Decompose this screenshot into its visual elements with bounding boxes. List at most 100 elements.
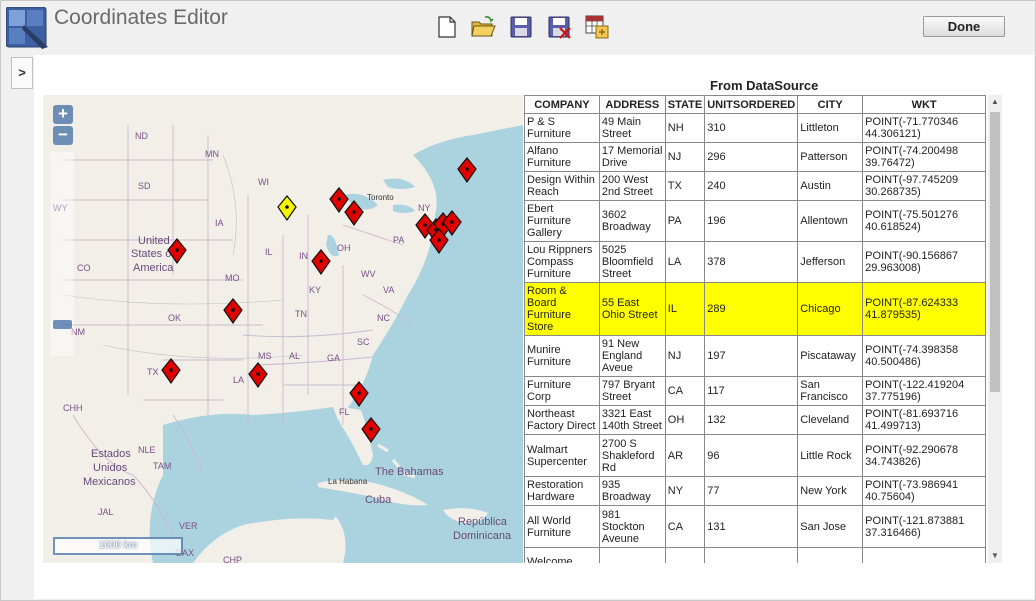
zoom-in-button[interactable]: + <box>53 105 73 124</box>
table-cell-company[interactable]: Munire Furniture <box>524 335 600 377</box>
table-row[interactable]: Furniture Corp 797 Bryant Street CA 117 San … <box>524 376 986 406</box>
save-icon[interactable] <box>508 14 534 40</box>
table-cell-company[interactable]: P & S Furniture <box>524 113 600 143</box>
table-row[interactable]: Room & Board Furniture Store 55 East Ohio… <box>524 282 986 336</box>
table-row[interactable]: Walmart Supercenter 2700 S Shakleford Rd A… <box>524 434 986 477</box>
table-cell-state[interactable]: TX <box>664 171 706 201</box>
table-cell-state[interactable]: IL <box>664 282 706 336</box>
zoom-slider-handle[interactable] <box>53 320 72 329</box>
table-cell-wkt[interactable]: POINT(-74.200498 39.76472) <box>862 142 986 172</box>
column-header-wkt[interactable]: WKT <box>862 95 986 114</box>
table-cell-wkt[interactable]: POINT(-73.986941 40.75604) <box>862 476 986 506</box>
table-cell-state[interactable]: CA <box>664 505 706 548</box>
table-cell-state[interactable]: NY <box>664 476 706 506</box>
table-cell-city[interactable]: Allentown <box>797 200 864 242</box>
table-cell-address[interactable]: 200 West 2nd Street <box>598 171 666 201</box>
table-row[interactable]: All World Furniture 981 Stockton Aveune CA… <box>524 505 986 548</box>
column-header-units-ordered[interactable]: UNITSORDERED <box>704 95 799 114</box>
column-header-state[interactable]: STATE <box>664 95 706 114</box>
table-cell-city[interactable]: Littleton <box>797 113 864 143</box>
scroll-down-arrow-icon[interactable]: ▼ <box>988 549 1002 563</box>
table-cell-city[interactable]: San Francisco <box>797 376 864 406</box>
table-row[interactable]: Ebert Furniture Gallery 3602 Broadway PA 19… <box>524 200 986 242</box>
scrollbar-thumb[interactable] <box>990 112 1000 392</box>
new-document-icon[interactable] <box>434 14 460 40</box>
table-cell-wkt[interactable]: POINT(-73.116017 <box>862 547 986 563</box>
table-cell-address[interactable]: 935 Broadway <box>598 476 666 506</box>
table-row[interactable]: Northeast Factory Direct 3321 East 140th … <box>524 405 986 435</box>
table-cell-state[interactable]: AR <box>664 434 706 477</box>
table-row[interactable]: Lou Rippners Compass Furniture 5025 Bloom… <box>524 241 986 283</box>
table-cell-units[interactable]: 289 <box>704 282 799 336</box>
table-cell-address[interactable]: 981 Stockton Aveune <box>598 505 666 548</box>
expand-sidebar-button[interactable]: > <box>11 57 33 89</box>
table-cell-city[interactable]: Stony Brook <box>797 547 864 563</box>
table-cell-city[interactable]: New York <box>797 476 864 506</box>
table-cell-city[interactable]: Piscataway <box>797 335 864 377</box>
table-cell-address[interactable]: 2700 S Shakleford Rd <box>598 434 666 477</box>
table-cell-city[interactable]: Little Rock <box>797 434 864 477</box>
table-cell-state[interactable]: OH <box>664 405 706 435</box>
table-cell-company[interactable]: Design Within Reach <box>524 171 600 201</box>
table-cell-address[interactable]: 3321 East 140th Street <box>598 405 666 435</box>
table-cell-units[interactable]: 378 <box>704 241 799 283</box>
table-scrollbar[interactable]: ▲ ▼ <box>988 95 1002 563</box>
done-button[interactable]: Done <box>923 16 1005 37</box>
table-cell-company[interactable]: Northeast Factory Direct <box>524 405 600 435</box>
scroll-up-arrow-icon[interactable]: ▲ <box>988 95 1002 109</box>
table-row[interactable]: Alfano Furniture 17 Memorial Drive NJ 296 Pa… <box>524 142 986 172</box>
table-cell-units[interactable]: 196 <box>704 200 799 242</box>
table-cell-address[interactable]: 55 East Ohio Street <box>598 282 666 336</box>
table-cell-address[interactable]: 797 Bryant Street <box>598 376 666 406</box>
table-cell-state[interactable]: NH <box>664 113 706 143</box>
zoom-out-button[interactable]: − <box>53 126 73 145</box>
table-cell-units[interactable]: 310 <box>704 113 799 143</box>
table-cell-state[interactable]: NJ <box>664 142 706 172</box>
table-cell-address[interactable]: 49 Main Street <box>598 113 666 143</box>
table-cell-company[interactable]: All World Furniture <box>524 505 600 548</box>
table-row[interactable]: Restoration Hardware 935 Broadway NY 77 New … <box>524 476 986 506</box>
table-cell-wkt[interactable]: POINT(-81.693716 41.499713) <box>862 405 986 435</box>
table-cell-wkt[interactable]: POINT(-92.290678 34.743826) <box>862 434 986 477</box>
table-cell-address[interactable]: 5025 Bloomfield Street <box>598 241 666 283</box>
table-row[interactable]: Welcome Home of145 MainNY98Stony BrookPO… <box>524 547 986 563</box>
table-cell-wkt[interactable]: POINT(-87.624333 41.879535) <box>862 282 986 336</box>
table-cell-state[interactable]: NY <box>664 547 706 563</box>
table-row[interactable]: Munire Furniture 91 New England Aveue NJ 19… <box>524 335 986 377</box>
column-header-company[interactable]: COMPANY <box>524 95 600 114</box>
table-cell-state[interactable]: LA <box>664 241 706 283</box>
table-cell-address[interactable]: 17 Memorial Drive <box>598 142 666 172</box>
table-cell-units[interactable]: 131 <box>704 505 799 548</box>
column-header-address[interactable]: ADDRESS <box>598 95 666 114</box>
table-cell-company[interactable]: Restoration Hardware <box>524 476 600 506</box>
open-folder-icon[interactable] <box>470 14 496 40</box>
table-cell-units[interactable]: 117 <box>704 376 799 406</box>
table-cell-city[interactable]: Jefferson <box>797 241 864 283</box>
table-cell-units[interactable]: 132 <box>704 405 799 435</box>
table-cell-wkt[interactable]: POINT(-97.745209 30.268735) <box>862 171 986 201</box>
table-cell-city[interactable]: Austin <box>797 171 864 201</box>
table-cell-units[interactable]: 98 <box>704 547 799 563</box>
table-cell-company[interactable]: Lou Rippners Compass Furniture <box>524 241 600 283</box>
table-cell-address[interactable]: 91 New England Aveue <box>598 335 666 377</box>
table-cell-wkt[interactable]: POINT(-71.770346 44.306121) <box>862 113 986 143</box>
table-cell-units[interactable]: 96 <box>704 434 799 477</box>
table-row[interactable]: Design Within Reach 200 West 2nd Street TX… <box>524 171 986 201</box>
table-cell-wkt[interactable]: POINT(-74.398358 40.500486) <box>862 335 986 377</box>
column-header-city[interactable]: CITY <box>797 95 864 114</box>
table-cell-address[interactable]: 3602 Broadway <box>598 200 666 242</box>
table-cell-wkt[interactable]: POINT(-122.419204 37.775196) <box>862 376 986 406</box>
table-cell-state[interactable]: CA <box>664 376 706 406</box>
save-delete-icon[interactable] <box>546 14 572 40</box>
table-cell-company[interactable]: Furniture Corp <box>524 376 600 406</box>
table-cell-units[interactable]: 240 <box>704 171 799 201</box>
table-cell-units[interactable]: 197 <box>704 335 799 377</box>
table-cell-city[interactable]: Chicago <box>797 282 864 336</box>
table-cell-wkt[interactable]: POINT(-75.501276 40.618524) <box>862 200 986 242</box>
map-view[interactable]: ND MN SD WI WY IA United States of Ameri… <box>43 95 523 563</box>
table-cell-company[interactable]: Room & Board Furniture Store <box>524 282 600 336</box>
table-cell-state[interactable]: NJ <box>664 335 706 377</box>
table-cell-city[interactable]: Patterson <box>797 142 864 172</box>
table-cell-wkt[interactable]: POINT(-121.873881 37.316466) <box>862 505 986 548</box>
table-cell-address[interactable]: 145 Main <box>598 547 666 563</box>
